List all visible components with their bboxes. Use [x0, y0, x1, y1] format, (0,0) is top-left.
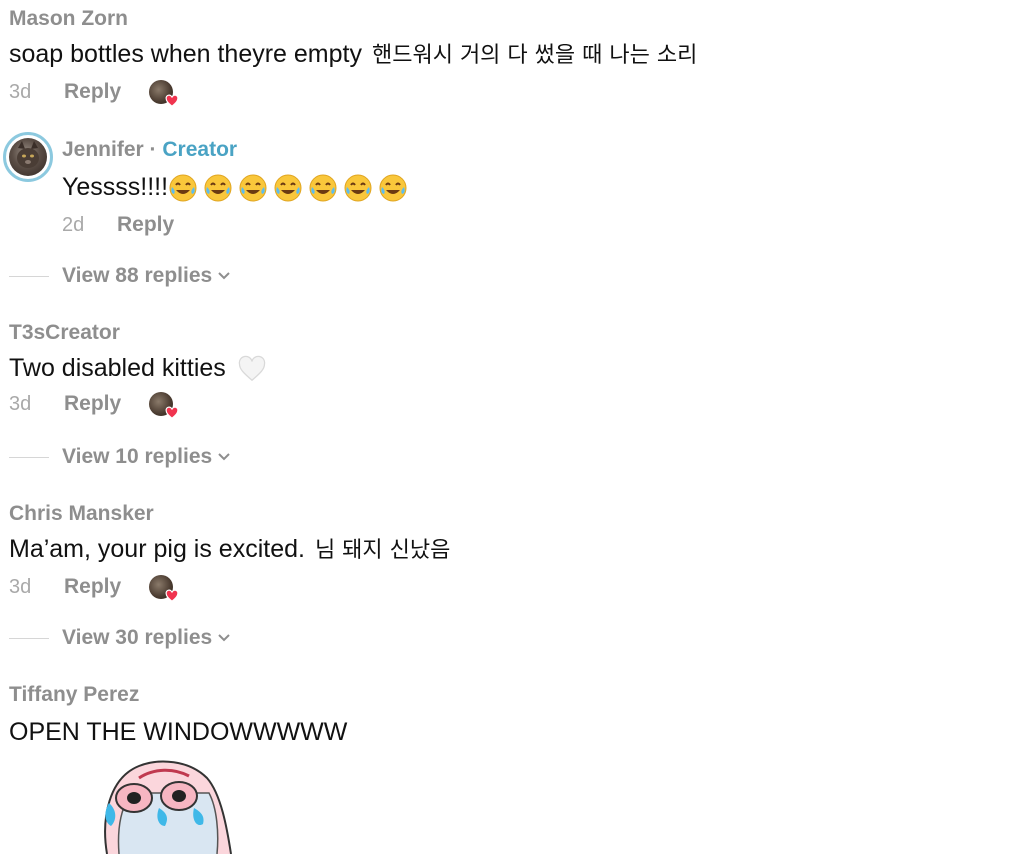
comment-username[interactable]: Tiffany Perez: [9, 683, 347, 707]
chevron-down-icon: [218, 634, 230, 642]
heart-icon: [165, 589, 179, 603]
comment-timestamp: 3d: [9, 80, 32, 103]
comment-meta: 2d Reply: [62, 210, 413, 240]
creator-liked-icon: [149, 575, 179, 603]
comment-translation: 님 돼지 신났음: [314, 538, 451, 563]
reply-button[interactable]: Reply: [64, 80, 121, 104]
view-replies-label[interactable]: View 10 replies: [62, 445, 212, 469]
heart-icon: [165, 94, 179, 108]
comment-translation: 핸드워시 거의 다 썼을 때 나는 소리: [371, 43, 698, 68]
creator-badge: Creator: [162, 138, 238, 161]
comment-timestamp: 2d: [62, 213, 85, 236]
comment-username[interactable]: T3sCreator: [9, 321, 269, 345]
comment-text: Ma’am, your pig is excited. 님 돼지 신났음: [9, 533, 450, 567]
reply-button[interactable]: Reply: [117, 213, 174, 237]
reply-button[interactable]: Reply: [64, 392, 121, 416]
reply-button[interactable]: Reply: [64, 575, 121, 599]
comment-text: Yessss!!!!: [62, 171, 413, 203]
comment-t3screator: T3sCreator Two disabled kitties 3d Reply: [9, 321, 269, 420]
cat-avatar-image: [9, 138, 47, 176]
comment-username[interactable]: Chris Mansker: [9, 502, 450, 526]
view-replies-button[interactable]: View 88 replies: [9, 264, 232, 288]
crying-face-sticker-icon: [104, 760, 232, 854]
chevron-down-icon: [218, 272, 230, 280]
view-replies-label[interactable]: View 30 replies: [62, 626, 212, 650]
face-with-tears-of-joy-icon: [239, 174, 267, 202]
comment-username[interactable]: Jennifer · Creator: [62, 138, 413, 162]
comment-text: OPEN THE WINDOWWWWW: [9, 718, 348, 746]
avatar[interactable]: [3, 132, 53, 182]
comment-username[interactable]: Mason Zorn: [9, 7, 697, 31]
comment-text-original: Two disabled kitties: [9, 354, 226, 382]
divider-line: [9, 637, 49, 639]
heart-icon: [165, 406, 179, 420]
creator-name[interactable]: Jennifer: [62, 138, 144, 161]
comment-text-original: Ma’am, your pig is excited.: [9, 535, 305, 563]
name-separator: ·: [143, 138, 163, 161]
white-heart-icon: [238, 356, 265, 382]
comment-chris-mansker: Chris Mansker Ma’am, your pig is excited…: [9, 502, 450, 603]
face-with-tears-of-joy-icon: [274, 174, 302, 202]
face-with-tears-of-joy-icon: [204, 174, 232, 202]
face-with-tears-of-joy-icon: [379, 174, 407, 202]
view-replies-button[interactable]: View 30 replies: [9, 626, 232, 650]
comment-mason-zorn: Mason Zorn soap bottles when theyre empt…: [9, 7, 697, 108]
creator-liked-icon: [149, 80, 179, 108]
view-replies-button[interactable]: View 10 replies: [9, 445, 232, 469]
comment-tiffany-perez: Tiffany Perez OPEN THE WINDOWWWWW: [9, 683, 347, 748]
comment-meta: 3d Reply: [9, 572, 450, 603]
comment-text-original: soap bottles when theyre empty: [9, 40, 362, 68]
face-with-tears-of-joy-icon: [309, 174, 337, 202]
comment-text: soap bottles when theyre empty 핸드워시 거의 다 …: [9, 38, 697, 72]
crying-sticker-image[interactable]: [9, 758, 339, 854]
divider-line: [9, 275, 49, 277]
chevron-down-icon: [218, 453, 230, 461]
comment-timestamp: 3d: [9, 392, 32, 415]
emoji-row: [168, 173, 413, 202]
cat-face-icon: [17, 141, 39, 168]
comment-meta: 3d Reply: [9, 77, 697, 108]
face-with-tears-of-joy-icon: [169, 174, 197, 202]
creator-reply-content: Jennifer · Creator Yessss!!!! 2d Reply: [62, 138, 413, 240]
comment-text: Two disabled kitties: [9, 352, 269, 384]
view-replies-label[interactable]: View 88 replies: [62, 264, 212, 288]
comment-meta: 3d Reply: [9, 389, 269, 420]
comment-timestamp: 3d: [9, 575, 32, 598]
comment-text-original: Yessss!!!!: [62, 173, 169, 201]
creator-liked-icon: [149, 392, 179, 420]
face-with-tears-of-joy-icon: [344, 174, 372, 202]
divider-line: [9, 456, 49, 458]
